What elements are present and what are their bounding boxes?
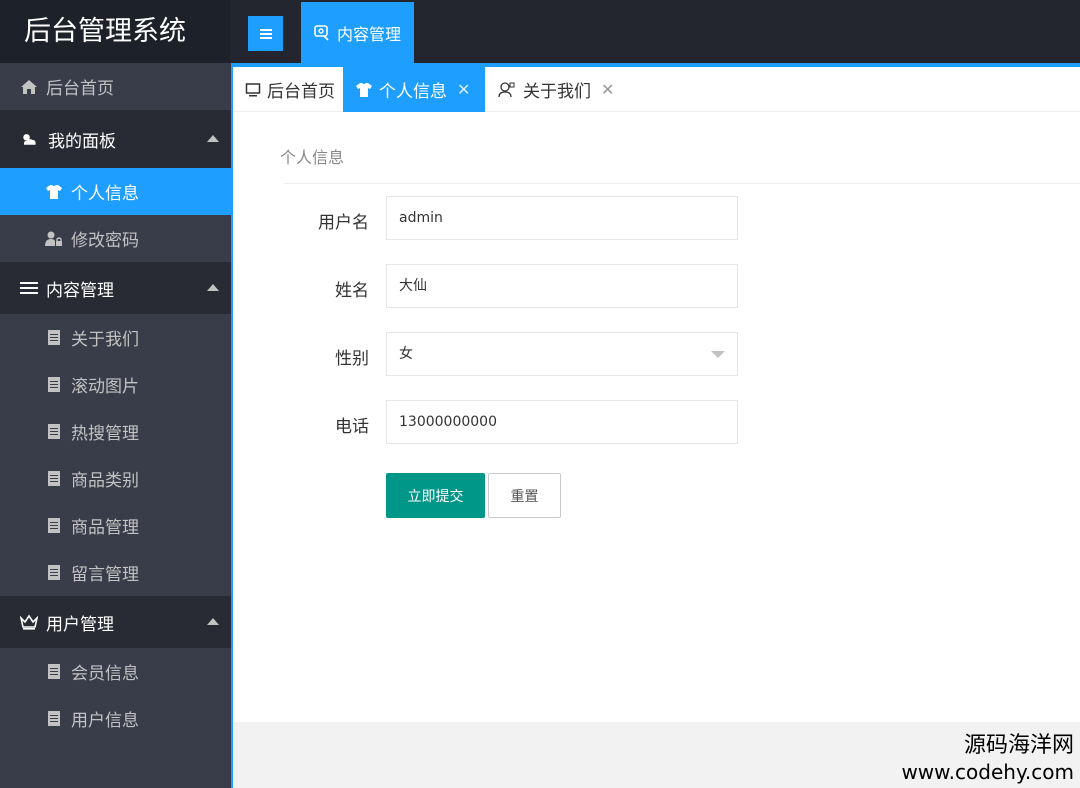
sidebar-item-profile[interactable]: 个人信息 — [0, 168, 231, 215]
sidebar-item-message-management[interactable]: 留言管理 — [0, 549, 231, 596]
collapse-arrow-icon — [207, 618, 219, 625]
hamburger-icon — [259, 28, 272, 39]
sidebar-group-content-management[interactable]: 内容管理 — [0, 262, 231, 314]
document-icon — [45, 470, 63, 488]
main-left-border — [231, 67, 233, 788]
gender-select-value: 女 — [399, 346, 413, 362]
collapse-arrow-icon — [207, 135, 219, 142]
sidebar-item-user-info[interactable]: 用户信息 — [0, 695, 231, 742]
sidebar-item-about-us[interactable]: 关于我们 — [0, 314, 231, 361]
username-label: 用户名 — [318, 213, 369, 233]
tab-about-us[interactable]: 关于我们 ✕ — [485, 67, 625, 112]
phone-field[interactable]: 13000000000 — [386, 400, 738, 444]
tab-label: 关于我们 — [523, 82, 591, 102]
tab-profile[interactable]: 个人信息 ✕ — [343, 67, 485, 112]
sidebar: 后台首页 我的面板 个人信息 修改密码 内容管理 关于我们 滚动图片 热搜管理 … — [0, 63, 231, 788]
section-divider — [284, 183, 1080, 184]
username-field[interactable]: admin — [386, 196, 738, 240]
document-icon — [45, 564, 63, 582]
map-pin-icon — [314, 24, 329, 41]
sidebar-item-label: 关于我们 — [71, 330, 139, 350]
sidebar-item-product-management[interactable]: 商品管理 — [0, 502, 231, 549]
document-icon — [45, 329, 63, 347]
sidebar-item-carousel-images[interactable]: 滚动图片 — [0, 361, 231, 408]
phone-label: 电话 — [335, 417, 369, 437]
shirt-icon — [45, 183, 63, 201]
watermark-line2: www.codehy.com — [901, 760, 1074, 784]
top-header: 后台管理系统 内容管理 — [0, 0, 1080, 63]
sidebar-item-label: 留言管理 — [71, 565, 139, 585]
close-icon[interactable]: ✕ — [601, 80, 614, 99]
sidebar-item-label: 修改密码 — [71, 231, 139, 251]
sidebar-item-label: 个人信息 — [71, 184, 139, 204]
close-icon[interactable]: ✕ — [457, 80, 470, 99]
sidebar-group-user-management[interactable]: 用户管理 — [0, 596, 231, 648]
document-icon — [45, 423, 63, 441]
document-icon — [45, 517, 63, 535]
reset-button[interactable]: 重置 — [488, 473, 561, 518]
sidebar-group-my-panel[interactable]: 我的面板 — [0, 110, 231, 168]
app-title: 后台管理系统 — [0, 0, 230, 63]
sidebar-item-label: 我的面板 — [48, 131, 116, 152]
user-lock-icon — [45, 230, 63, 248]
sidebar-item-label: 后台首页 — [46, 79, 114, 99]
watermark: 源码海洋网 www.codehy.com — [901, 732, 1074, 784]
home-icon — [20, 78, 38, 96]
name-label: 姓名 — [335, 281, 369, 301]
sidebar-item-label: 热搜管理 — [71, 424, 139, 444]
collapse-arrow-icon — [207, 284, 219, 291]
monitor-icon — [245, 82, 261, 96]
name-field[interactable]: 大仙 — [386, 264, 738, 308]
document-icon — [45, 710, 63, 728]
menu-toggle-button[interactable] — [248, 16, 283, 51]
top-nav-label: 内容管理 — [337, 24, 402, 44]
section-title: 个人信息 — [280, 148, 345, 167]
tab-label: 后台首页 — [267, 82, 335, 102]
top-nav-content-management[interactable]: 内容管理 — [301, 2, 414, 63]
sidebar-item-home[interactable]: 后台首页 — [0, 63, 231, 110]
gender-select[interactable]: 女 — [386, 332, 738, 376]
tab-home[interactable]: 后台首页 — [233, 67, 343, 112]
watermark-line1: 源码海洋网 — [963, 733, 1074, 758]
sidebar-item-change-password[interactable]: 修改密码 — [0, 215, 231, 262]
list-icon — [20, 279, 38, 297]
document-icon — [45, 663, 63, 681]
sidebar-item-label: 商品管理 — [71, 518, 139, 538]
sidebar-item-label: 商品类别 — [71, 471, 139, 491]
chevron-down-icon — [711, 351, 725, 358]
tabs-bar: 后台首页 个人信息 ✕ 关于我们 ✕ — [233, 67, 1080, 112]
crown-icon — [20, 613, 38, 631]
submit-button[interactable]: 立即提交 — [386, 473, 485, 518]
sidebar-item-label: 滚动图片 — [71, 377, 139, 397]
sidebar-item-label: 会员信息 — [71, 664, 139, 684]
sidebar-item-hot-search[interactable]: 热搜管理 — [0, 408, 231, 455]
user-icon — [498, 81, 515, 97]
sidebar-item-label: 用户管理 — [46, 614, 114, 635]
sidebar-item-label: 用户信息 — [71, 711, 139, 731]
sidebar-item-product-category[interactable]: 商品类别 — [0, 455, 231, 502]
cloud-sun-icon — [20, 130, 38, 148]
shirt-icon — [356, 82, 372, 97]
gender-label: 性别 — [335, 349, 369, 369]
sidebar-item-label: 内容管理 — [46, 280, 114, 301]
tab-label: 个人信息 — [379, 82, 447, 102]
sidebar-item-member-info[interactable]: 会员信息 — [0, 648, 231, 695]
document-icon — [45, 376, 63, 394]
